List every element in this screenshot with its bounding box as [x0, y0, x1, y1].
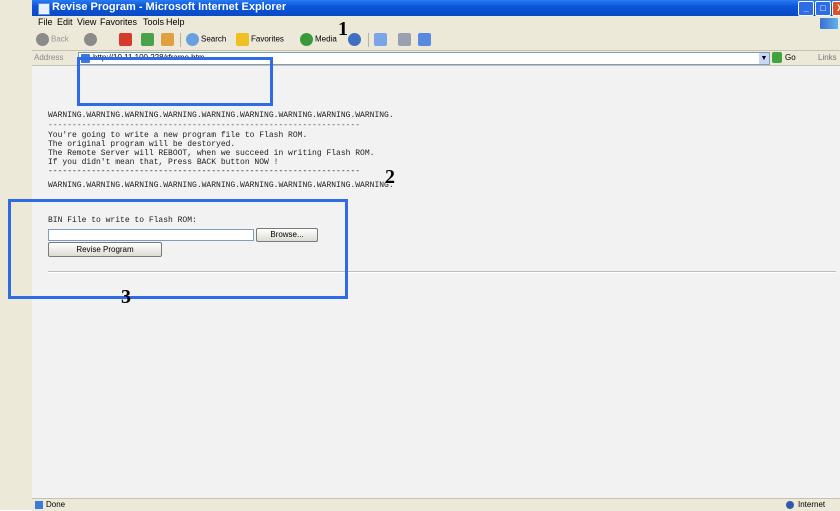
windows-logo-icon	[820, 18, 838, 29]
menu-help[interactable]: Help	[166, 17, 185, 27]
annotation-marker-2: 2	[385, 166, 395, 188]
title-bar[interactable]: Revise Program - Microsoft Internet Expl…	[32, 0, 840, 16]
window-title: Revise Program - Microsoft Internet Expl…	[52, 1, 287, 13]
address-label: Address	[34, 53, 64, 62]
ie-page-icon	[38, 3, 50, 15]
warning-banner-top: WARNING.WARNING.WARNING.WARNING.WARNING.…	[48, 111, 394, 120]
globe-icon	[786, 501, 794, 509]
mail-button[interactable]	[374, 33, 389, 46]
star-icon	[236, 33, 249, 46]
forward-arrow-icon	[84, 33, 97, 46]
highlight-box-form	[8, 199, 348, 299]
printer-icon	[398, 33, 411, 46]
home-icon	[161, 33, 174, 46]
highlight-box-address	[77, 57, 273, 106]
menu-favorites[interactable]: Favorites	[100, 17, 137, 27]
minimize-button[interactable]: _	[798, 1, 814, 16]
back-button[interactable]: Back	[36, 33, 69, 46]
links-button[interactable]: Links	[818, 53, 837, 62]
separator-line: ----------------------------------------…	[48, 121, 361, 130]
separator-line: ----------------------------------------…	[48, 167, 361, 176]
search-icon	[186, 33, 199, 46]
close-button[interactable]: X	[832, 1, 840, 16]
message-line: The original program will be destoryed.	[48, 140, 236, 149]
history-button[interactable]	[348, 33, 363, 46]
refresh-button[interactable]	[141, 33, 156, 46]
search-button[interactable]: Search	[186, 33, 226, 46]
menu-edit[interactable]: Edit	[57, 17, 73, 27]
history-icon	[348, 33, 361, 46]
warning-banner-bottom: WARNING.WARNING.WARNING.WARNING.WARNING.…	[48, 181, 394, 190]
message-line: If you didn't mean that, Press BACK butt…	[48, 158, 279, 167]
status-text: Done	[46, 500, 66, 509]
security-zone: Internet	[798, 500, 826, 509]
mail-icon	[374, 33, 387, 46]
toolbar-separator	[368, 33, 369, 47]
menu-bar: File Edit View Favorites Tools Help	[32, 17, 840, 29]
chevron-down-icon[interactable]: ▼	[759, 53, 769, 64]
menu-tools[interactable]: Tools	[143, 17, 164, 27]
edit-button[interactable]	[418, 33, 433, 46]
annotation-marker-1: 1	[338, 18, 348, 40]
go-arrow-icon[interactable]	[772, 52, 782, 63]
menu-file[interactable]: File	[38, 17, 53, 27]
back-arrow-icon	[36, 33, 49, 46]
message-line: You're going to write a new program file…	[48, 131, 308, 140]
menu-view[interactable]: View	[77, 17, 96, 27]
page-icon	[35, 501, 43, 509]
toolbar: Back Search Favorites Media	[32, 30, 840, 51]
forward-button[interactable]	[84, 33, 99, 46]
message-line: The Remote Server will REBOOT, when we s…	[48, 149, 375, 158]
favorites-button[interactable]: Favorites	[236, 33, 284, 46]
annotation-marker-3: 3	[121, 286, 131, 308]
home-button[interactable]	[161, 33, 176, 46]
maximize-button[interactable]: □	[815, 1, 831, 16]
refresh-icon	[141, 33, 154, 46]
print-button[interactable]	[398, 33, 413, 46]
edit-icon	[418, 33, 431, 46]
go-button[interactable]: Go	[785, 53, 796, 62]
toolbar-separator	[180, 33, 181, 47]
media-button[interactable]: Media	[300, 33, 337, 46]
stop-button[interactable]	[119, 33, 134, 46]
stop-icon	[119, 33, 132, 46]
media-icon	[300, 33, 313, 46]
status-bar: Done Internet	[32, 498, 840, 511]
